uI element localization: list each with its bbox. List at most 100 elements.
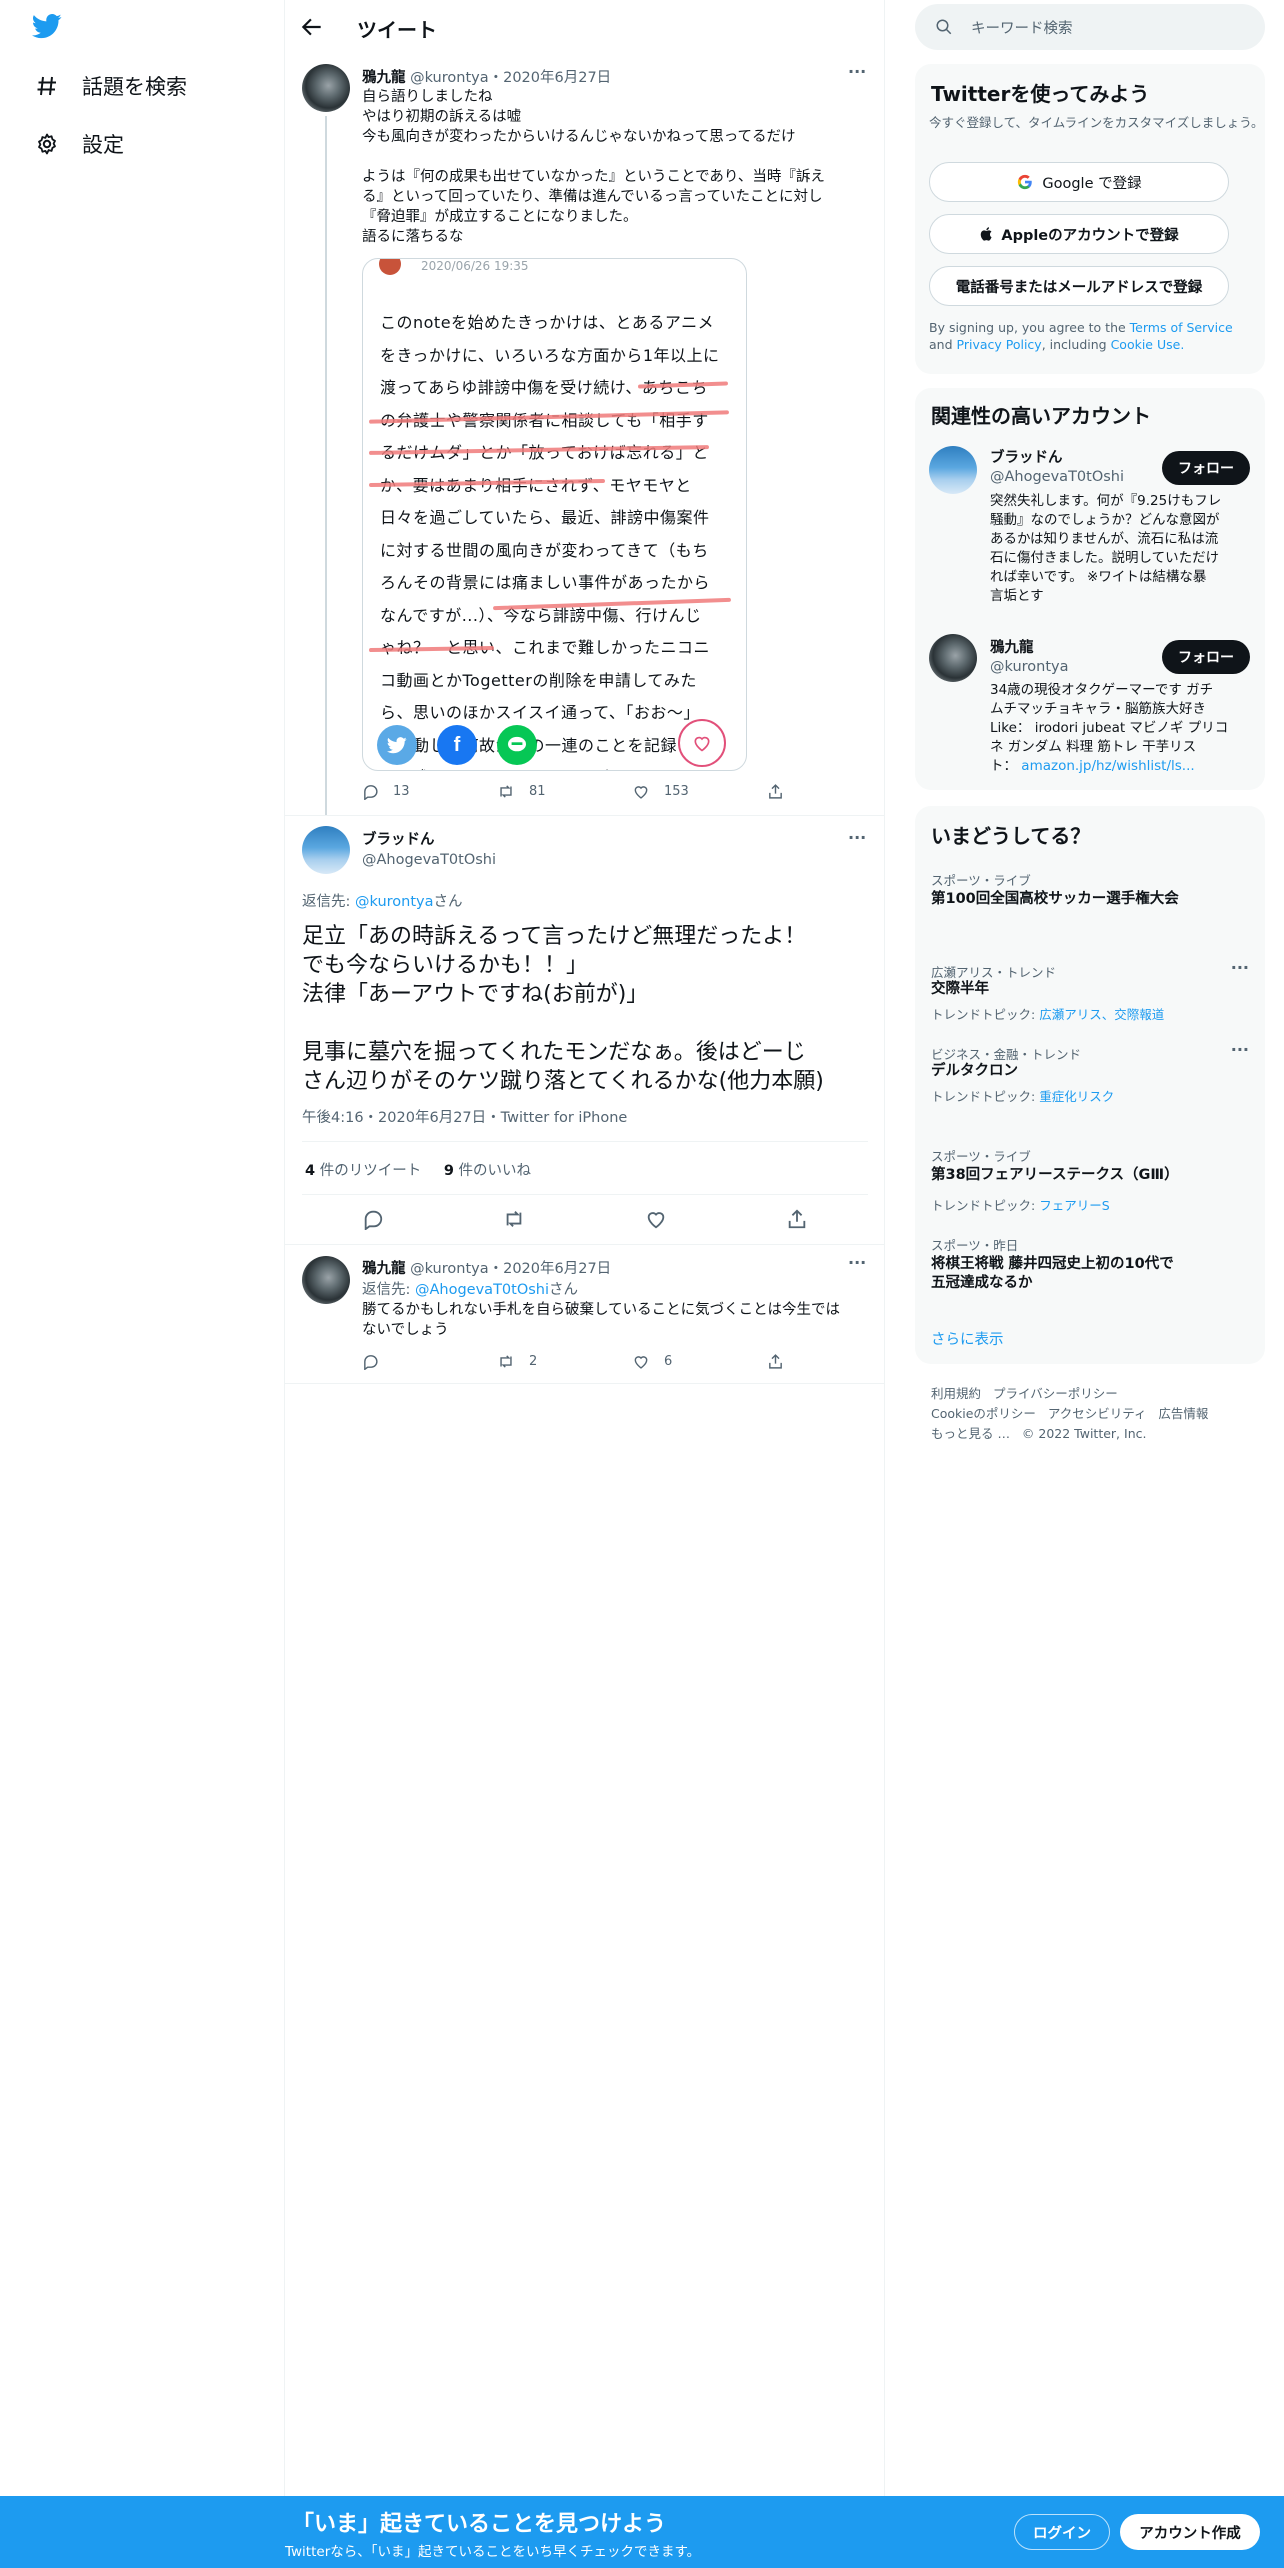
footer-link[interactable]: 利用規約 xyxy=(931,1386,981,1401)
terms-link[interactable]: Terms of Service xyxy=(1130,320,1233,335)
heart-icon[interactable] xyxy=(645,1208,667,1230)
heart-icon xyxy=(634,1356,648,1369)
google-icon xyxy=(1018,174,1033,190)
line-share-button[interactable] xyxy=(497,725,537,765)
trend-name[interactable]: 交際半年 xyxy=(931,980,1181,999)
tweet-line: 見事に墓穴を掘ってくれたモンだなぁ。後はどーじ xyxy=(302,1040,806,1065)
share-button[interactable] xyxy=(767,783,798,800)
trend-topic[interactable]: 広瀬アリス、交際報道 xyxy=(1039,1007,1164,1022)
account-info[interactable]: 鴉九龍 @kurontya xyxy=(990,636,1069,675)
retweet-button[interactable]: 81 xyxy=(497,783,632,800)
share-button[interactable] xyxy=(767,1353,798,1370)
search-input[interactable]: キーワード検索 xyxy=(915,4,1265,50)
like-stat[interactable]: 9 件のいいね xyxy=(444,1163,531,1179)
footer-links: 利用規約 プライバシーポリシー Cookieのポリシー アクセシビリティ 広告情… xyxy=(931,1384,1251,1444)
like-button[interactable]: 6 xyxy=(632,1353,767,1370)
note-line: をきっかけに、いろいろな方面から1年以上に xyxy=(380,345,720,365)
reply-to-link[interactable]: @AhogevaT0tOshi xyxy=(415,1282,549,1298)
trend-name[interactable]: 第100回全国高校サッカー選手権大会 xyxy=(931,890,1181,909)
footer-link[interactable]: もっと見る … xyxy=(931,1426,1010,1441)
note-line: コ動画とかTogetterの削除を申請してみた xyxy=(380,670,697,690)
like-button[interactable]: 153 xyxy=(632,783,767,800)
like-count: 6 xyxy=(664,1354,673,1369)
bio-link[interactable]: amazon.jp/hz/wishlist/ls... xyxy=(1021,758,1194,774)
back-arrow-icon[interactable] xyxy=(299,14,325,44)
trend-name[interactable]: デルタクロン xyxy=(931,1062,1181,1081)
phone-signup-button[interactable]: 電話番号またはメールアドレスで登録 xyxy=(929,266,1229,306)
avatar[interactable] xyxy=(929,446,977,494)
tweet-line: 自ら語りしましたね xyxy=(362,89,493,105)
tweet-text: 勝てるかもしれない手札を自ら破棄していることに気づくことは今生では ないでしょう xyxy=(362,1300,872,1340)
trend-topic[interactable]: フェアリーS xyxy=(1039,1198,1109,1213)
terms-text: By signing up, you agree to the Terms of… xyxy=(929,319,1254,353)
signup-subtitle: 今すぐ登録して、タイムラインをカスタマイズしましょう。 xyxy=(929,115,1264,130)
left-nav: 話題を検索 設定 xyxy=(0,0,285,2568)
account-info[interactable]: ブラッドん @AhogevaT0tOshi xyxy=(990,446,1124,485)
author-handle[interactable]: @AhogevaT0tOshi xyxy=(362,852,496,868)
author-name[interactable]: ブラッドん xyxy=(362,828,496,849)
note-line: このnoteを始めたきっかけは、とあるアニメ xyxy=(380,313,715,332)
apple-signup-button[interactable]: Appleのアカウントで登録 xyxy=(929,214,1229,254)
twitter-share-button[interactable] xyxy=(377,725,417,765)
facebook-share-button[interactable]: f xyxy=(437,725,477,765)
hashtag-icon xyxy=(34,73,60,99)
author-handle[interactable]: @kurontya xyxy=(410,70,489,86)
retweet-count: 81 xyxy=(529,784,546,799)
tweet-actions: 2 6 xyxy=(362,1353,822,1370)
more-icon[interactable]: ··· xyxy=(848,828,866,847)
twitter-logo-icon[interactable] xyxy=(32,14,62,43)
reply-to-link[interactable]: @kurontya xyxy=(355,894,434,910)
footer-link[interactable]: プライバシーポリシー xyxy=(993,1386,1118,1401)
login-button[interactable]: ログイン xyxy=(1014,2514,1110,2550)
follow-button[interactable]: フォロー xyxy=(1162,640,1250,674)
tweet-text: 自ら語りしましたね やはり初期の訴えるは嘘 今も風向きが変わったからいけるんじゃ… xyxy=(362,87,872,247)
footer-link[interactable]: Cookieのポリシー xyxy=(931,1406,1036,1421)
tweet-date[interactable]: ・2020年6月27日 xyxy=(489,1261,612,1277)
tweet-header: 鴉九龍 @kurontya・2020年6月27日 xyxy=(362,1257,611,1278)
avatar[interactable] xyxy=(302,1256,350,1304)
more-icon[interactable]: ··· xyxy=(848,62,866,81)
bio-line: ネ ガンダム 料理 筋トレ 干芋リス xyxy=(990,739,1197,755)
trend-name[interactable]: 第38回フェアリーステークス（GⅢ） xyxy=(931,1166,1181,1185)
more-icon[interactable]: ··· xyxy=(1231,958,1249,977)
author-name[interactable]: 鴉九龍 xyxy=(362,70,406,86)
more-icon[interactable]: ··· xyxy=(848,1253,866,1272)
follow-button[interactable]: フォロー xyxy=(1162,451,1250,485)
trend-category: ビジネス・金融・トレンド xyxy=(931,1047,1082,1062)
share-icon[interactable] xyxy=(786,1208,808,1230)
account-name: 鴉九龍 xyxy=(990,640,1034,656)
nav-explore[interactable]: 話題を検索 xyxy=(0,57,285,115)
show-more-link[interactable]: さらに表示 xyxy=(931,1328,1004,1349)
avatar[interactable] xyxy=(302,64,350,112)
avatar[interactable] xyxy=(929,634,977,682)
cookie-link[interactable]: Cookie Use. xyxy=(1111,337,1185,352)
trend-name[interactable]: 将棋王将戦 藤井四冠史上初の10代で五冠達成なるか xyxy=(931,1255,1181,1293)
google-signup-button[interactable]: Google で登録 xyxy=(929,162,1229,202)
bio-line: 騒動』なのでしょうか？どんな意図が xyxy=(990,512,1220,528)
nav-settings[interactable]: 設定 xyxy=(0,115,285,173)
like-note-button[interactable] xyxy=(678,719,726,767)
author-handle[interactable]: @kurontya xyxy=(410,1261,489,1277)
footer-link[interactable]: 広告情報 xyxy=(1158,1406,1208,1421)
trend-topic[interactable]: 重症化リスク xyxy=(1039,1089,1114,1104)
embedded-note-image[interactable]: 2020/06/26 19:35 このnoteを始めたきっかけは、とあるアニメを… xyxy=(362,258,747,771)
reply-button[interactable] xyxy=(362,1353,497,1370)
tweet-meta[interactable]: 午後4:16・2020年6月27日・Twitter for iPhone xyxy=(302,1106,627,1127)
footer-link[interactable]: アクセシビリティ xyxy=(1048,1406,1147,1421)
terms-and: and xyxy=(929,337,953,352)
author-name[interactable]: 鴉九龍 xyxy=(362,1261,406,1277)
note-line: して残しておくかと思ったのが、noteを xyxy=(380,764,680,770)
signup-button[interactable]: アカウント作成 xyxy=(1120,2514,1260,2550)
bottom-signup-bar: 「いま」起きていることを見つけよう Twitterなら、「いま」起きていることを… xyxy=(0,2496,1284,2568)
retweet-button[interactable]: 2 xyxy=(497,1353,632,1370)
more-icon[interactable]: ··· xyxy=(1231,1040,1249,1059)
tweet-date[interactable]: ・2020年6月27日 xyxy=(489,70,612,86)
retweet-icon[interactable] xyxy=(503,1208,525,1230)
phone-signup-label: 電話番号またはメールアドレスで登録 xyxy=(955,279,1203,296)
reply-icon[interactable] xyxy=(362,1208,384,1230)
privacy-link[interactable]: Privacy Policy xyxy=(957,337,1042,352)
reply-button[interactable]: 13 xyxy=(362,783,497,800)
avatar[interactable] xyxy=(302,826,350,874)
terms-including: , including xyxy=(1041,337,1111,352)
retweet-stat[interactable]: 4 件のリツイート xyxy=(305,1163,421,1179)
